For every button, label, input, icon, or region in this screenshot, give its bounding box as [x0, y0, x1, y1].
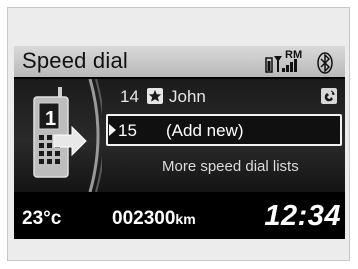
odometer-unit: km	[175, 211, 196, 227]
speed-dial-list-area: 1 14 John 15 (Add new) More speed dial l…	[14, 79, 345, 192]
header-bar: Speed dial RM	[14, 46, 345, 77]
more-speed-dial-lists-label: More speed dial lists	[162, 158, 299, 175]
clock: 12:34	[264, 200, 341, 232]
bluetooth-icon	[317, 52, 333, 74]
status-icons: RM	[265, 49, 333, 74]
odometer: 002300km	[112, 208, 196, 230]
more-speed-dial-lists-item[interactable]: More speed dial lists	[106, 150, 342, 182]
add-new-label: (Add new)	[166, 121, 244, 140]
screen-title: Speed dial	[22, 48, 128, 73]
speed-dial-number: 1	[45, 108, 56, 130]
voice-tag-icon	[321, 88, 337, 104]
odometer-value: 002300	[112, 208, 176, 229]
star-icon	[147, 88, 163, 104]
contact-name: John	[169, 87, 206, 106]
speed-dial-number: 14	[120, 87, 139, 106]
roaming-icon: RM	[285, 49, 302, 61]
list-item-selected[interactable]: 15 (Add new)	[106, 114, 342, 146]
speed-dial-number: 15	[118, 121, 137, 140]
selection-arrow-icon	[109, 124, 116, 136]
phone-battery-icon	[265, 57, 273, 73]
display-screen: Speed dial RM 1 14 John 15 (Add new) Mor…	[14, 46, 345, 239]
phone-speed-dial-icon: 1	[33, 79, 102, 192]
info-bar: 23°c 002300km 12:34	[14, 198, 345, 239]
outside-temperature: 23°c	[22, 208, 62, 229]
list-item[interactable]: 14 John	[106, 81, 342, 113]
